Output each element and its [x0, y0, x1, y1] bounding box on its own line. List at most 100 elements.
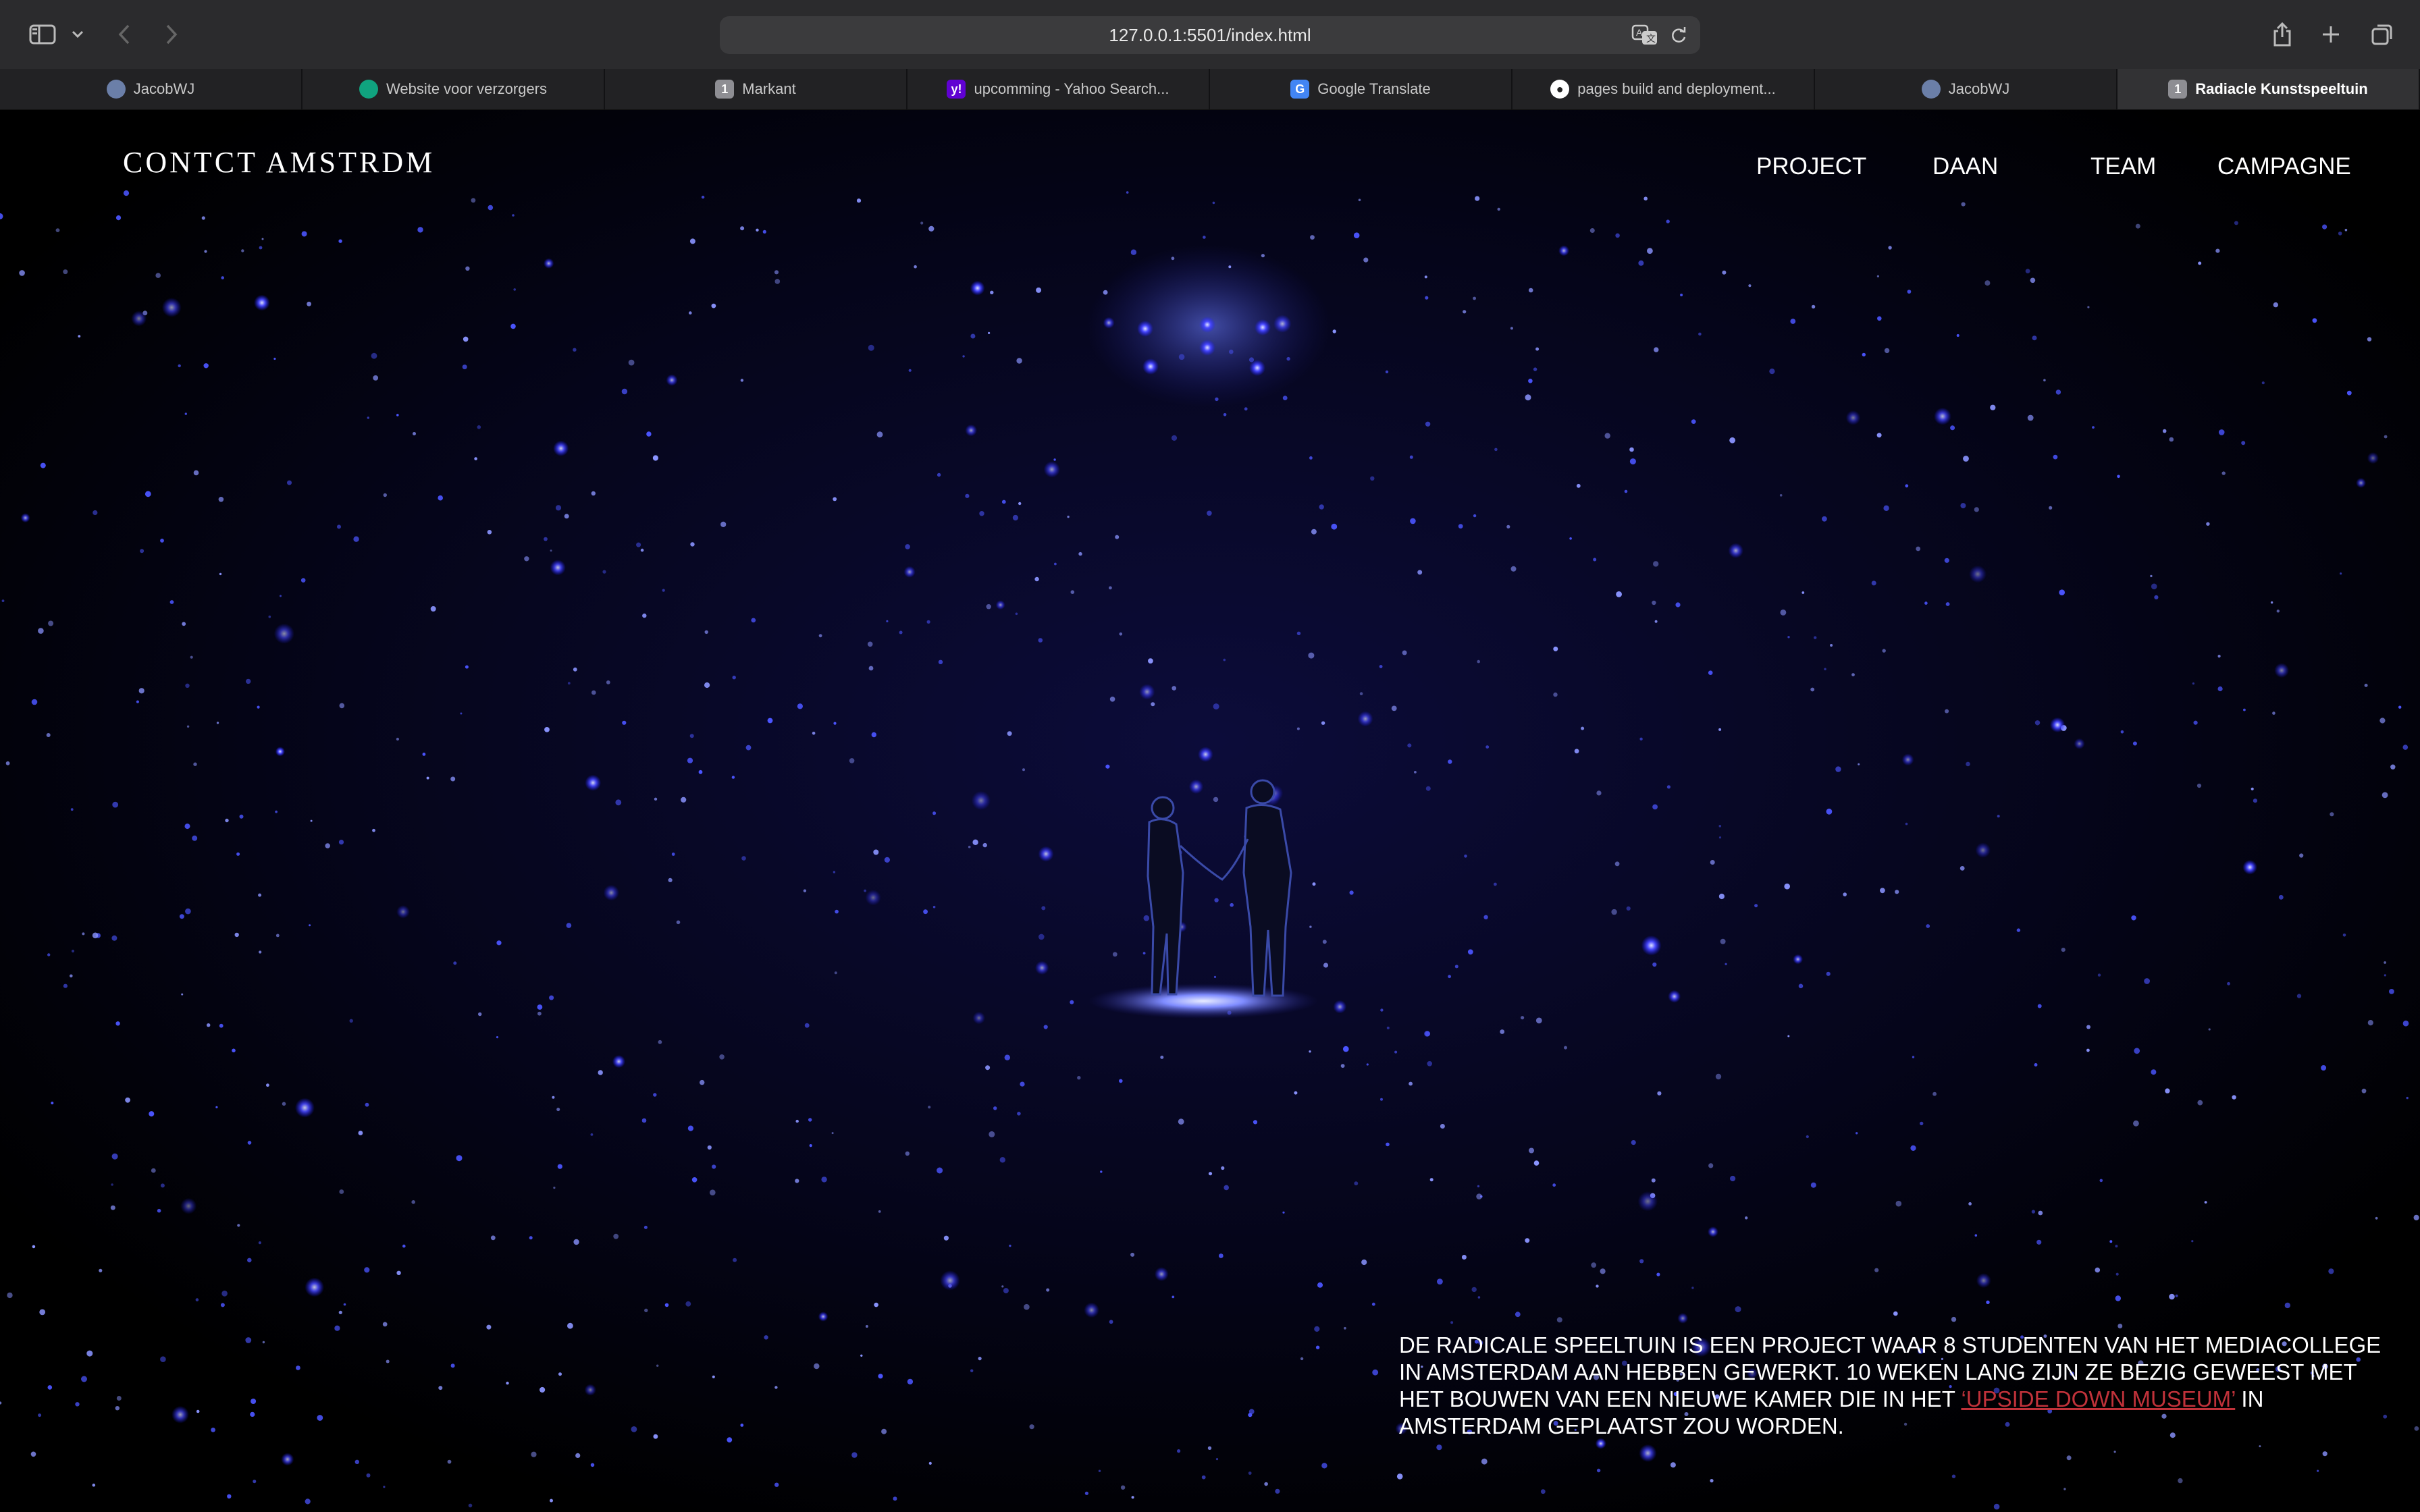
star-light [972, 839, 978, 846]
address-bar[interactable]: 127.0.0.1:5501/index.html A文 [720, 16, 1700, 54]
star-light [1961, 202, 1966, 207]
star-light [652, 455, 659, 461]
star-light [204, 250, 207, 253]
star-light [606, 680, 610, 684]
star-light [1596, 1468, 1601, 1473]
site-logo[interactable]: CONTCT AMSTRDM [123, 145, 435, 180]
star-light [553, 1187, 556, 1189]
star-light [1213, 975, 1217, 978]
star-light [2097, 973, 2101, 977]
star-light [544, 537, 548, 541]
star-light [1477, 1296, 1481, 1299]
tab-overview-icon[interactable] [2369, 16, 2396, 53]
star-light [2272, 711, 2276, 715]
star-light [78, 335, 81, 338]
star-light [1668, 990, 1681, 1003]
sidebar-toggle-icon[interactable] [26, 16, 59, 53]
upside-down-museum-link[interactable]: ‘Upside Down Museum’ [1961, 1386, 2235, 1411]
nav-link-campagne[interactable]: CAMPAGNE [2217, 153, 2351, 180]
star-light [698, 770, 703, 774]
star-light [795, 1179, 799, 1183]
star-light [2241, 441, 2246, 446]
star-light [1131, 1496, 1134, 1499]
star-light [1464, 855, 1467, 858]
nav-link-project[interactable]: PROJECT [1756, 153, 1866, 180]
star-light [1615, 233, 1620, 238]
star-light [573, 1239, 579, 1245]
star-light [774, 1482, 779, 1487]
star-light [1407, 743, 1412, 748]
star-light [1004, 1054, 1011, 1060]
browser-tab[interactable]: y! upcomming - Yahoo Search... [908, 69, 1210, 109]
share-icon[interactable] [2269, 16, 2296, 53]
star-light [1160, 1055, 1164, 1059]
back-arrow-icon[interactable] [112, 16, 136, 53]
star-light [2133, 1120, 2139, 1127]
star-light [818, 634, 822, 638]
star-light [1253, 1120, 1258, 1125]
star-light [5, 761, 10, 765]
star-light [2095, 1267, 2101, 1273]
star-light [38, 1413, 42, 1418]
new-tab-icon[interactable] [2317, 16, 2344, 53]
star-light [1529, 1148, 1534, 1154]
chevron-down-icon[interactable] [68, 16, 88, 53]
browser-tab[interactable]: Website voor verzorgers [302, 69, 605, 109]
browser-tab[interactable]: 1 Markant [605, 69, 908, 109]
browser-tab[interactable]: 1 Radiacle Kunstspeeltuin [2118, 69, 2420, 109]
star-light [1018, 502, 1022, 506]
star-light [325, 843, 331, 848]
translate-icon[interactable]: A文 [1631, 24, 1658, 49]
star-light [1784, 883, 1790, 890]
star-light [671, 853, 675, 856]
browser-tab[interactable]: JacobWJ [1815, 69, 2118, 109]
star-light [1425, 421, 1431, 427]
star-light [2402, 745, 2409, 750]
star-light [1203, 236, 1206, 239]
tab-label: Radiacle Kunstspeeltuin [2195, 80, 2368, 97]
star-light [2099, 1179, 2103, 1183]
star-light [2322, 224, 2327, 230]
browser-tab[interactable]: JacobWJ [0, 69, 302, 109]
star-light [2135, 223, 2140, 229]
star-light [821, 1177, 827, 1183]
star-light [1641, 935, 1662, 956]
star-light [123, 190, 130, 196]
star-light [2278, 894, 2284, 900]
star-light [808, 1118, 812, 1122]
nav-link-team[interactable]: TEAM [2090, 153, 2156, 180]
star-light [1533, 367, 1537, 371]
browser-tab[interactable]: G Google Translate [1210, 69, 1512, 109]
star-light [366, 1473, 371, 1478]
star-light [396, 1270, 401, 1276]
star-light [1916, 546, 1921, 551]
forward-arrow-icon[interactable] [159, 16, 184, 53]
reload-icon[interactable] [1669, 26, 1688, 48]
star-light [2151, 1069, 2157, 1075]
star-light [2328, 1268, 2334, 1274]
star-light [422, 753, 426, 756]
star-light [1485, 745, 1490, 749]
web-page: CONTCT AMSTRDM PROJECT DAAN TEAM CAMPAGN… [0, 110, 2420, 1512]
star-light [1314, 1326, 1320, 1332]
tab-label: Google Translate [1317, 80, 1431, 97]
star-light [1708, 1163, 1714, 1168]
nav-link-daan[interactable]: DAAN [1932, 153, 1998, 180]
star-light [1344, 1326, 1346, 1330]
star-light [2296, 994, 2302, 998]
url-text[interactable]: 127.0.0.1:5501/index.html [720, 16, 1700, 54]
star-light [2364, 683, 2368, 687]
star-light [1359, 692, 1363, 695]
browser-tab[interactable]: ● pages build and deployment... [1512, 69, 1815, 109]
star-light [1945, 602, 1950, 606]
star-light [831, 1132, 834, 1135]
star-light [1934, 408, 1951, 425]
star-light [1806, 1135, 1809, 1139]
star-light [275, 934, 280, 938]
star-light [1535, 347, 1540, 351]
star-light [1012, 514, 1018, 521]
avatar-icon [106, 80, 126, 99]
star-light [928, 225, 935, 232]
star-light [1473, 514, 1477, 518]
star-light [92, 1483, 96, 1487]
